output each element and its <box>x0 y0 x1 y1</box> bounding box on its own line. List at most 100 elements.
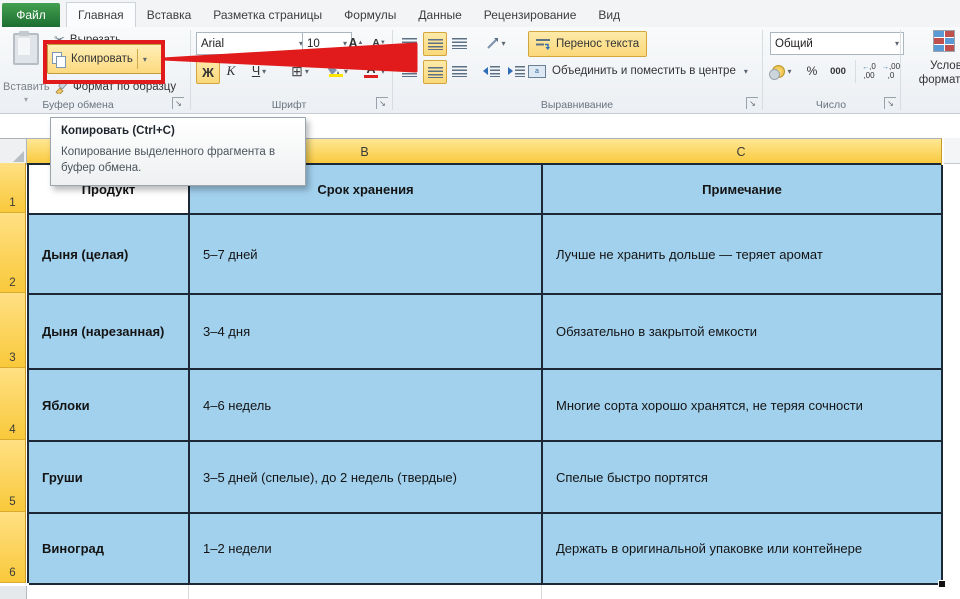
wrap-text-icon <box>536 39 550 50</box>
tab-insert[interactable]: Вставка <box>136 3 203 27</box>
tab-home[interactable]: Главная <box>66 2 136 27</box>
cell-c6[interactable]: Держать в оригинальной упаковке или конт… <box>543 514 943 585</box>
row-number: 1 <box>9 197 15 209</box>
column-letter: C <box>736 145 745 159</box>
number-group-label: Число <box>762 99 900 111</box>
chevron-down-icon[interactable]: ▾ <box>501 39 505 48</box>
conditional-formatting-icon <box>933 30 955 52</box>
tab-file[interactable]: Файл <box>2 3 60 27</box>
indent-lines-icon <box>490 66 500 77</box>
tab-view[interactable]: Вид <box>587 3 631 27</box>
increase-indent-button[interactable] <box>505 60 527 82</box>
excel-window: Файл Главная Вставка Разметка страницы Ф… <box>0 0 960 599</box>
chevron-down-icon[interactable]: ▾ <box>744 67 748 76</box>
copy-tooltip: Копировать (Ctrl+C) Копирование выделенн… <box>50 117 306 186</box>
cell-a4[interactable]: Яблоки <box>29 370 190 442</box>
cell-c1[interactable]: Примечание <box>543 165 943 215</box>
row-header-5[interactable]: 5 <box>0 440 26 512</box>
cell-a3[interactable]: Дыня (нарезанная) <box>29 295 190 370</box>
row-number: 6 <box>9 567 15 579</box>
group-divider <box>900 30 901 110</box>
selection-fill-handle[interactable] <box>938 580 946 588</box>
cell-b4[interactable]: 4–6 недель <box>190 370 543 442</box>
orientation-button[interactable]: ▾ <box>480 32 512 54</box>
gridline <box>188 585 189 599</box>
row-header-7-partial[interactable] <box>0 586 27 599</box>
alignment-group-label: Выравнивание <box>392 99 762 111</box>
cell-c2[interactable]: Лучше не хранить дольше — теряет аромат <box>543 215 943 295</box>
cell-b2[interactable]: 5–7 дней <box>190 215 543 295</box>
align-bottom-button[interactable] <box>448 32 470 54</box>
tab-review[interactable]: Рецензирование <box>473 3 588 27</box>
column-header-c[interactable]: C <box>541 138 942 165</box>
cell-c3[interactable]: Обязательно в закрытой емкости <box>543 295 943 370</box>
merge-center-button[interactable]: a Объединить и поместить в центре ▾ <box>528 60 748 82</box>
cell-b6[interactable]: 1–2 недели <box>190 514 543 585</box>
wrap-text-button[interactable]: Перенос текста <box>528 31 647 57</box>
data-table: Продукт Срок хранения Примечание Дыня (ц… <box>27 163 941 583</box>
alignment-dialog-launcher[interactable]: ↘ <box>746 97 758 109</box>
align-bottom-icon <box>452 38 467 49</box>
align-right-button[interactable] <box>448 60 470 82</box>
row-header-1[interactable]: 1 <box>0 163 26 213</box>
tooltip-body: Копирование выделенного фрагмента в буфе… <box>61 144 289 176</box>
font-dialog-launcher[interactable]: ↘ <box>376 97 388 109</box>
increase-decimal-icon: ←,0,00 <box>862 63 876 80</box>
conditional-formatting-label-1: Услов <box>930 60 960 72</box>
small-divider <box>855 60 856 83</box>
cell-a2[interactable]: Дыня (целая) <box>29 215 190 295</box>
cell-b3[interactable]: 3–4 дня <box>190 295 543 370</box>
row-number: 2 <box>9 277 15 289</box>
decrease-indent-button[interactable] <box>480 60 502 82</box>
select-all-triangle-icon <box>13 151 24 162</box>
right-arrow-icon <box>508 67 513 75</box>
column-letter: B <box>360 145 368 159</box>
ribbon-tab-bar: Файл Главная Вставка Разметка страницы Ф… <box>0 0 960 28</box>
row-number: 3 <box>9 352 15 364</box>
row-header-6[interactable]: 6 <box>0 512 26 583</box>
cell-c4[interactable]: Многие сорта хорошо хранятся, не теряя с… <box>543 370 943 442</box>
row-header-2[interactable]: 2 <box>0 213 26 293</box>
header-right-sliver <box>944 138 960 164</box>
tab-formulas[interactable]: Формулы <box>333 3 407 27</box>
annotation-red-arrow <box>0 30 430 80</box>
clipboard-group-label: Буфер обмена <box>8 99 148 111</box>
indent-lines-icon <box>515 66 525 77</box>
orientation-icon <box>486 37 499 50</box>
left-arrow-icon <box>483 67 488 75</box>
decrease-decimal-icon: →,00,0 <box>882 63 900 80</box>
number-format-combo[interactable]: Общий ▾ <box>770 32 904 55</box>
conditional-formatting-button[interactable]: Услов форматир <box>906 59 960 87</box>
merge-center-label: Объединить и поместить в центре <box>552 65 736 77</box>
thousands-button[interactable]: 000 <box>824 60 852 82</box>
clipboard-dialog-launcher[interactable]: ↘ <box>172 97 184 109</box>
gridline <box>541 585 542 599</box>
percent-label: % <box>807 64 818 78</box>
percent-button[interactable]: % <box>802 60 822 82</box>
number-format-value: Общий <box>775 38 813 50</box>
row-header-3[interactable]: 3 <box>0 293 26 368</box>
chevron-down-icon[interactable]: ▾ <box>787 67 791 76</box>
merge-center-icon: a <box>528 65 546 78</box>
font-group-label: Шрифт <box>196 99 382 111</box>
cell-a5[interactable]: Груши <box>29 442 190 514</box>
row-header-4[interactable]: 4 <box>0 368 26 440</box>
cell-c5[interactable]: Спелые быстро портятся <box>543 442 943 514</box>
align-right-icon <box>452 66 467 77</box>
currency-icon <box>772 65 785 78</box>
row-number: 5 <box>9 496 15 508</box>
tooltip-title: Копировать (Ctrl+C) <box>61 125 295 137</box>
row-number: 4 <box>9 424 15 436</box>
decrease-decimal-button[interactable]: →,00,0 <box>881 60 901 82</box>
increase-decimal-button[interactable]: ←,0,00 <box>859 60 879 82</box>
select-all-corner[interactable] <box>0 138 27 165</box>
tab-page-layout[interactable]: Разметка страницы <box>202 3 333 27</box>
chevron-down-icon[interactable]: ▾ <box>895 39 899 48</box>
number-dialog-launcher[interactable]: ↘ <box>884 97 896 109</box>
currency-button[interactable]: ▾ <box>766 60 798 82</box>
wrap-text-label: Перенос текста <box>556 38 639 50</box>
cell-a6[interactable]: Виноград <box>29 514 190 585</box>
cell-b5[interactable]: 3–5 дней (спелые), до 2 недель (твердые) <box>190 442 543 514</box>
conditional-formatting-label-2: форматир <box>919 74 960 86</box>
tab-data[interactable]: Данные <box>407 3 472 27</box>
